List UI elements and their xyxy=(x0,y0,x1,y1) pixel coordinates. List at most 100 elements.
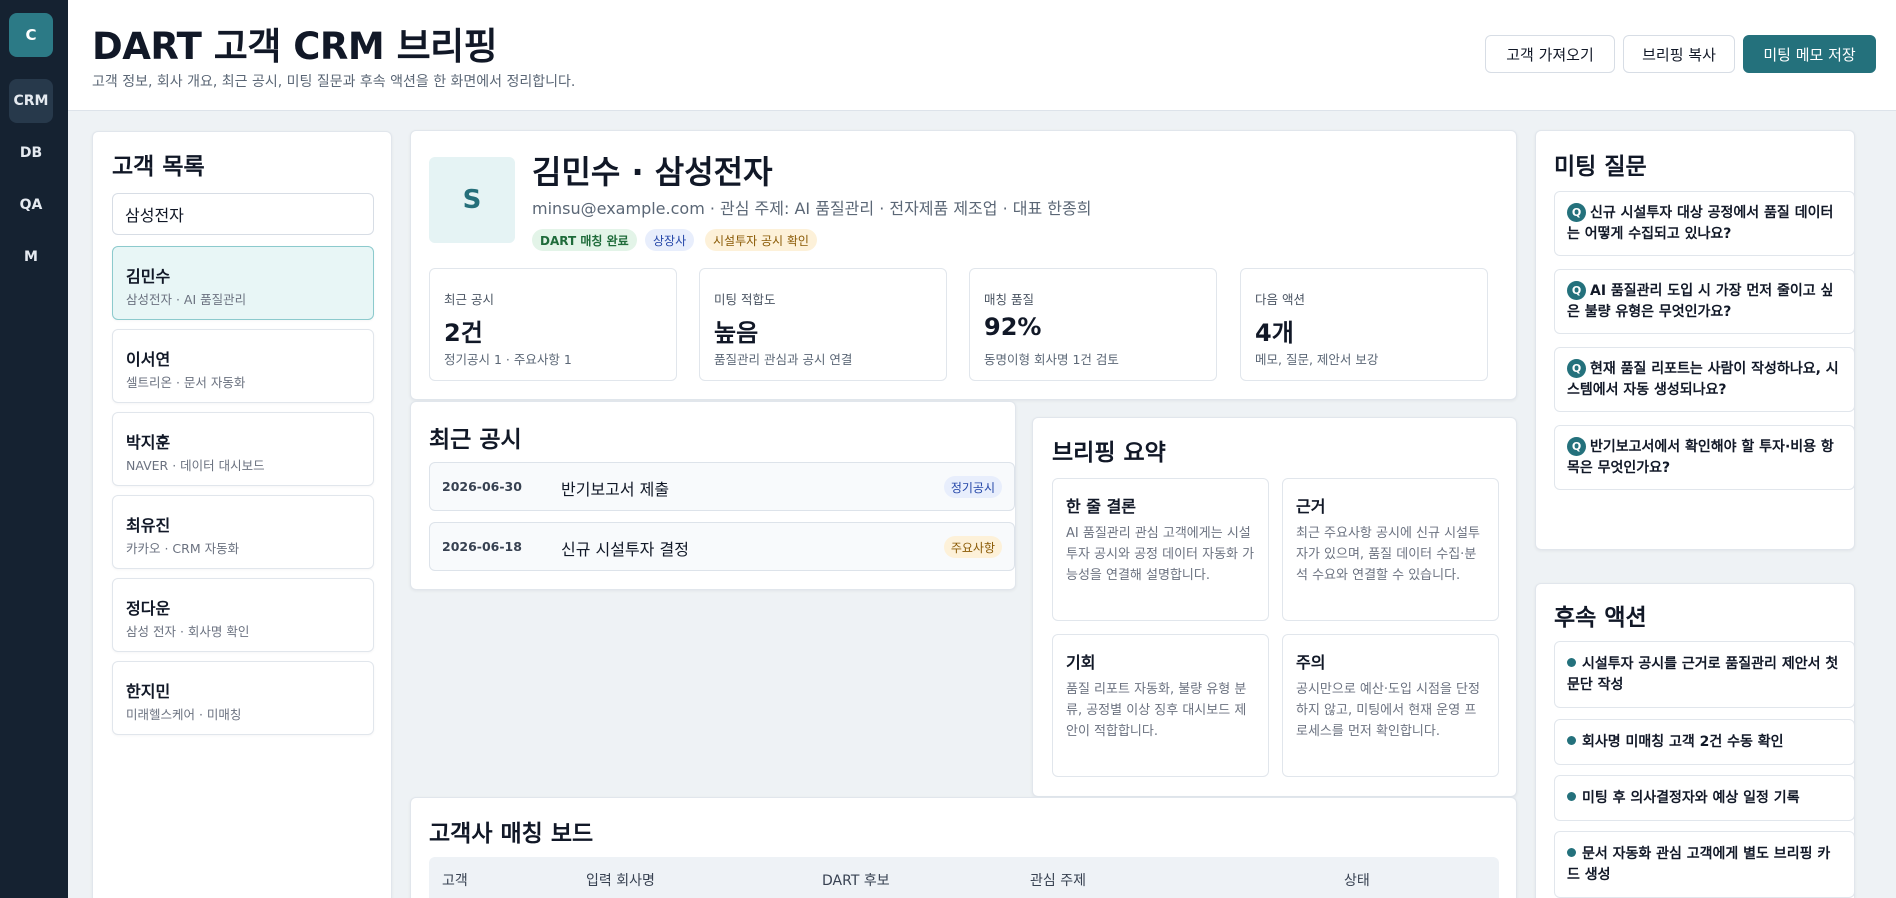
avatar: S xyxy=(429,157,515,243)
customer-search-input[interactable] xyxy=(112,193,374,235)
page-subtitle: 고객 정보, 회사 개요, 최근 공시, 미팅 질문과 후속 액션을 한 화면에… xyxy=(92,74,576,90)
stat-label: 미팅 적합도 xyxy=(714,292,776,307)
followup-item[interactable]: 시설투자 공시를 근거로 품질관리 제안서 첫 문단 작성 xyxy=(1554,641,1854,708)
question-item[interactable]: Q AI 품질관리 도입 시 가장 먼저 줄이고 싶은 불량 유형은 무엇인가요? xyxy=(1554,269,1854,334)
customer-profile-panel: S 김민수 · 삼성전자 minsu@example.com · 관심 주제: … xyxy=(410,130,1517,400)
briefing-box-body: 공시만으로 예산·도입 시점을 단정하지 않고, 미팅에서 현재 운영 프로세스… xyxy=(1296,682,1480,739)
meeting-questions-panel: 미팅 질문 Q 신규 시설투자 대상 공정에서 품질 데이터는 어떻게 수집되고 … xyxy=(1535,130,1855,550)
filing-date: 2026-06-30 xyxy=(442,479,522,494)
stat-value: 92% xyxy=(984,313,1042,341)
customer-item[interactable]: 한지민 미래헬스케어 · 미매칭 xyxy=(112,661,374,735)
question-item[interactable]: Q 반기보고서에서 확인해야 할 투자·비용 항목은 무엇인가요? xyxy=(1554,425,1854,490)
customer-name: 최유진 xyxy=(126,516,171,535)
stat-value: 높음 xyxy=(714,319,759,347)
briefing-box-title: 기회 xyxy=(1066,653,1096,672)
briefing-box-title: 근거 xyxy=(1296,497,1326,516)
briefing-box-opportunity: 기회 품질 리포트 자동화, 불량 유형 분류, 공정별 이상 징후 대시보드 … xyxy=(1052,634,1269,777)
stat-card-recent-filings: 최근 공시 2건 정기공시 1 · 주요사항 1 xyxy=(429,268,677,381)
app-logo[interactable]: C xyxy=(9,13,53,57)
briefing-box-conclusion: 한 줄 결론 AI 품질관리 관심 고객에게는 시설투자 공시와 공정 데이터 … xyxy=(1052,478,1269,621)
recent-filings-title: 최근 공시 xyxy=(429,427,522,453)
briefing-summary-panel: 브리핑 요약 한 줄 결론 AI 품질관리 관심 고객에게는 시설투자 공시와 … xyxy=(1032,417,1517,797)
briefing-box-body: 최근 주요사항 공시에 신규 시설투자가 있으며, 품질 데이터 수집·분석 수… xyxy=(1296,526,1480,583)
briefing-box-caution: 주의 공시만으로 예산·도입 시점을 단정하지 않고, 미팅에서 현재 운영 프… xyxy=(1282,634,1499,777)
stat-note: 정기공시 1 · 주요사항 1 xyxy=(444,352,572,367)
customer-item[interactable]: 김민수 삼성전자 · AI 품질관리 xyxy=(112,246,374,320)
bullet-dot-icon xyxy=(1567,848,1576,857)
customer-desc: 삼성 전자 · 회사명 확인 xyxy=(126,624,250,639)
filing-type-tag: 정기공시 xyxy=(943,476,1002,498)
rail-item-qa[interactable]: QA xyxy=(9,183,53,227)
app-rail: C CRM DB QA M xyxy=(0,0,68,898)
stat-label: 다음 액션 xyxy=(1255,292,1305,307)
column-header-dart-candidate: DART 후보 xyxy=(822,873,890,889)
customer-item[interactable]: 박지훈 NAVER · 데이터 대시보드 xyxy=(112,412,374,486)
customer-name: 김민수 xyxy=(126,267,171,286)
question-item[interactable]: Q 신규 시설투자 대상 공정에서 품질 데이터는 어떻게 수집되고 있나요? xyxy=(1554,191,1854,256)
followup-actions-panel: 후속 액션 시설투자 공시를 근거로 품질관리 제안서 첫 문단 작성 회사명 … xyxy=(1535,583,1855,898)
customer-desc: 미래헬스케어 · 미매칭 xyxy=(126,707,242,722)
matching-board-panel: 고객사 매칭 보드 고객 입력 회사명 DART 후보 관심 주제 상태 xyxy=(410,797,1517,898)
bullet-dot-icon xyxy=(1567,736,1576,745)
question-icon: Q xyxy=(1567,203,1586,222)
briefing-box-body: AI 품질관리 관심 고객에게는 시설투자 공시와 공정 데이터 자동화 가능성… xyxy=(1066,526,1255,583)
stat-note: 동명이형 회사명 1건 검토 xyxy=(984,352,1119,367)
stat-card-meeting-fit: 미팅 적합도 높음 품질관리 관심과 공시 연결 xyxy=(699,268,947,381)
customer-item[interactable]: 최유진 카카오 · CRM 자동화 xyxy=(112,495,374,569)
briefing-box-evidence: 근거 최근 주요사항 공시에 신규 시설투자가 있으며, 품질 데이터 수집·분… xyxy=(1282,478,1499,621)
followup-text: 문서 자동화 관심 고객에게 별도 브리핑 카드 생성 xyxy=(1567,846,1831,883)
customer-name: 한지민 xyxy=(126,682,171,701)
customer-desc: 카카오 · CRM 자동화 xyxy=(126,541,240,556)
followup-item[interactable]: 문서 자동화 관심 고객에게 별도 브리핑 카드 생성 xyxy=(1554,831,1854,898)
filing-row[interactable]: 2026-06-18 신규 시설투자 결정 주요사항 xyxy=(429,522,1015,571)
question-text: AI 품질관리 도입 시 가장 먼저 줄이고 싶은 불량 유형은 무엇인가요? xyxy=(1567,283,1834,320)
filing-title: 반기보고서 제출 xyxy=(561,480,670,499)
followup-item[interactable]: 미팅 후 의사결정자와 예상 일정 기록 xyxy=(1554,775,1854,821)
customer-item[interactable]: 이서연 셀트리온 · 문서 자동화 xyxy=(112,329,374,403)
question-item[interactable]: Q 현재 품질 리포트는 사람이 작성하나요, 시스템에서 자동 생성되나요? xyxy=(1554,347,1854,412)
briefing-title: 브리핑 요약 xyxy=(1052,440,1166,466)
stat-note: 메모, 질문, 제안서 보강 xyxy=(1255,352,1379,367)
question-icon: Q xyxy=(1567,281,1586,300)
stat-card-match-quality: 매칭 품질 92% 동명이형 회사명 1건 검토 xyxy=(969,268,1217,381)
customer-desc: NAVER · 데이터 대시보드 xyxy=(126,458,265,473)
followup-text: 시설투자 공시를 근거로 품질관리 제안서 첫 문단 작성 xyxy=(1567,656,1839,693)
import-customer-button[interactable]: 고객 가져오기 xyxy=(1485,35,1615,73)
filing-row[interactable]: 2026-06-30 반기보고서 제출 정기공시 xyxy=(429,462,1015,511)
stat-value: 4개 xyxy=(1255,319,1294,347)
customer-desc: 삼성전자 · AI 품질관리 xyxy=(126,292,247,307)
profile-meta: minsu@example.com · 관심 주제: AI 품질관리 · 전자제… xyxy=(532,199,1092,218)
matching-board-title: 고객사 매칭 보드 xyxy=(429,821,594,847)
recent-filings-panel: 최근 공시 2026-06-30 반기보고서 제출 정기공시 2026-06-1… xyxy=(410,401,1016,590)
question-text: 신규 시설투자 대상 공정에서 품질 데이터는 어떻게 수집되고 있나요? xyxy=(1567,205,1834,242)
question-text: 현재 품질 리포트는 사람이 작성하나요, 시스템에서 자동 생성되나요? xyxy=(1567,361,1839,398)
copy-briefing-button[interactable]: 브리핑 복사 xyxy=(1623,35,1735,73)
column-header-interest-topic: 관심 주제 xyxy=(1030,873,1086,889)
column-header-input-company: 입력 회사명 xyxy=(586,873,655,889)
filing-date: 2026-06-18 xyxy=(442,539,522,554)
matching-table-header: 고객 입력 회사명 DART 후보 관심 주제 상태 xyxy=(429,857,1499,898)
rail-item-m[interactable]: M xyxy=(9,235,53,279)
dart-match-badge: DART 매칭 완료 xyxy=(532,229,637,251)
save-meeting-memo-button[interactable]: 미팅 메모 저장 xyxy=(1743,35,1876,73)
capex-filing-badge: 시설투자 공시 확인 xyxy=(705,229,817,251)
page-header: DART 고객 CRM 브리핑 고객 정보, 회사 개요, 최근 공시, 미팅 … xyxy=(68,0,1896,111)
filing-type-tag: 주요사항 xyxy=(943,536,1002,558)
customer-list-panel: 고객 목록 김민수 삼성전자 · AI 품질관리 이서연 셀트리온 · 문서 자… xyxy=(92,131,392,898)
question-icon: Q xyxy=(1567,437,1586,456)
customer-name: 이서연 xyxy=(126,350,171,369)
customer-desc: 셀트리온 · 문서 자동화 xyxy=(126,375,246,390)
customer-name: 정다운 xyxy=(126,599,171,618)
question-text: 반기보고서에서 확인해야 할 투자·비용 항목은 무엇인가요? xyxy=(1567,439,1834,476)
profile-name: 김민수 · 삼성전자 xyxy=(532,153,773,191)
briefing-box-title: 주의 xyxy=(1296,653,1326,672)
followup-actions-title: 후속 액션 xyxy=(1554,605,1647,631)
rail-item-crm[interactable]: CRM xyxy=(9,79,53,123)
followup-item[interactable]: 회사명 미매칭 고객 2건 수동 확인 xyxy=(1554,719,1854,765)
meeting-questions-title: 미팅 질문 xyxy=(1554,154,1647,180)
rail-item-db[interactable]: DB xyxy=(9,131,53,175)
column-header-customer: 고객 xyxy=(442,873,468,889)
customer-item[interactable]: 정다운 삼성 전자 · 회사명 확인 xyxy=(112,578,374,652)
stat-value: 2건 xyxy=(444,319,483,347)
filing-title: 신규 시설투자 결정 xyxy=(561,540,689,559)
